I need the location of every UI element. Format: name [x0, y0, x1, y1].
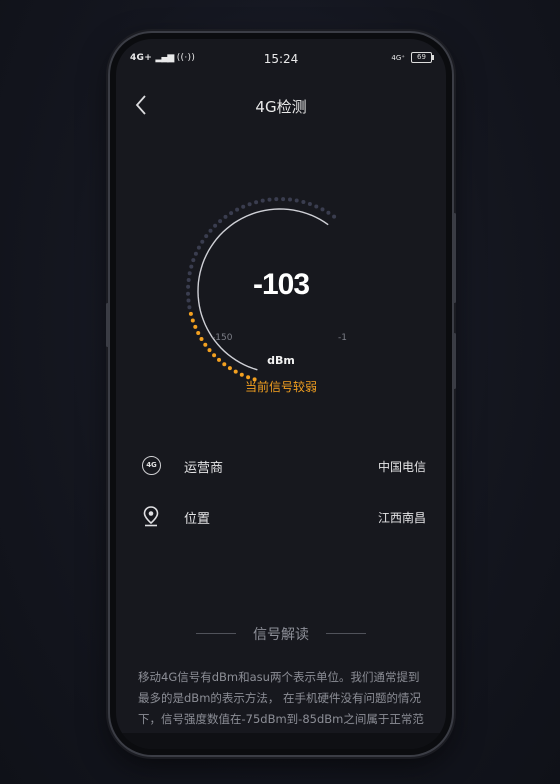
- gauge-dot: [326, 210, 331, 215]
- gauge-dot: [239, 372, 244, 377]
- divider-right: [326, 633, 366, 634]
- gauge-dot: [281, 197, 286, 202]
- gauge-dot: [200, 239, 205, 244]
- gauge-dot: [332, 214, 337, 219]
- phone-frame: 4G+ ▂▄▆ ((·)) 15:24 4G⁺ 69 4G检测 -103 -15…: [106, 33, 456, 755]
- gauge-max-label: -1: [338, 333, 347, 343]
- gauge-dot: [196, 331, 201, 335]
- gauge-dot: [288, 197, 292, 202]
- gauge-dot: [199, 337, 204, 341]
- section-paragraph: 移动4G信号有dBm和asu两个表示单位。我们通常提到最多的是dBm的表示方法，…: [138, 670, 424, 726]
- gauge-dot: [193, 251, 198, 256]
- gauge-dot: [229, 211, 234, 216]
- signal-status: 当前信号较弱: [244, 380, 317, 394]
- location-label: 位置: [184, 512, 211, 527]
- gauge-dot: [254, 200, 259, 205]
- signal-value: -103: [252, 268, 310, 301]
- signal-unit: dBm: [267, 354, 295, 367]
- gauge-dot: [193, 324, 198, 329]
- carrier-row: 4G 运营商 中国电信: [140, 454, 426, 480]
- gauge-dot: [320, 207, 325, 212]
- signal-gauge: [186, 197, 337, 382]
- gauge-dot: [208, 228, 213, 233]
- gauge-min-label: -150: [212, 333, 233, 343]
- gauge-dot: [247, 202, 252, 207]
- section-title: 信号解读: [253, 627, 309, 643]
- gauge-dot: [301, 200, 306, 204]
- gauge-dot: [191, 258, 196, 263]
- gauge-dot: [294, 198, 299, 203]
- location-row: 位置 江西南昌: [140, 505, 426, 531]
- gauge-dot: [267, 197, 272, 202]
- side-button: [453, 333, 456, 389]
- volume-button: [106, 303, 109, 347]
- carrier-value: 中国电信: [377, 460, 426, 474]
- location-pin-icon: [140, 505, 162, 527]
- 4g-circle-icon: 4G: [142, 456, 161, 475]
- gauge-dot: [235, 207, 240, 212]
- gauge-dot: [213, 223, 218, 228]
- gauge-dot: [190, 318, 195, 323]
- power-button: [453, 213, 456, 303]
- gauge-dot: [274, 197, 279, 202]
- gauge-dot: [218, 219, 223, 224]
- gauge-dot: [223, 214, 228, 219]
- gauge-dot: [204, 234, 209, 239]
- gauge-dot: [188, 311, 193, 316]
- gauge-dot: [187, 305, 192, 310]
- gauge-dot: [241, 204, 246, 209]
- gauge-dot: [203, 342, 208, 347]
- carrier-label: 运营商: [184, 461, 224, 476]
- location-value: 江西南昌: [377, 511, 426, 525]
- screen: 4G+ ▂▄▆ ((·)) 15:24 4G⁺ 69 4G检测 -103 -15…: [116, 39, 446, 749]
- bottom-bar: [116, 733, 446, 749]
- gauge-dot: [314, 204, 319, 209]
- gauge-dot: [196, 245, 201, 250]
- gauge-dot: [207, 348, 212, 353]
- gauge-dot: [307, 202, 312, 206]
- gauge-dot: [233, 369, 238, 374]
- gauge-dot: [260, 198, 265, 203]
